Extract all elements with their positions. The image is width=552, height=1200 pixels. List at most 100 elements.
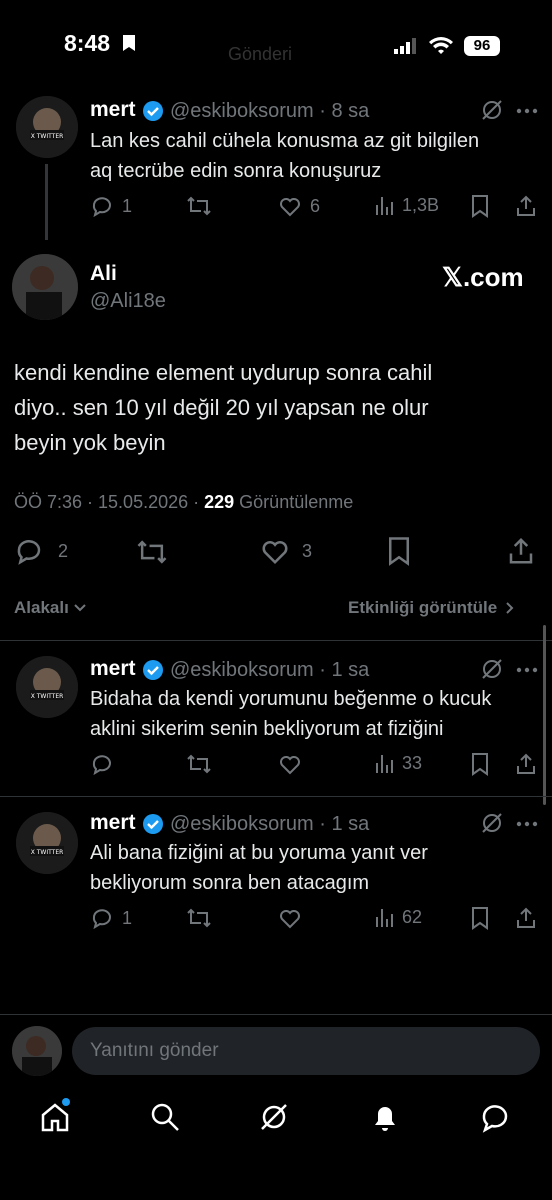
bookmark-button[interactable] xyxy=(470,752,490,776)
views-button[interactable]: 62 xyxy=(374,906,422,928)
retweet-icon xyxy=(187,908,211,928)
author-name[interactable]: Ali xyxy=(90,262,117,286)
chevron-right-icon xyxy=(506,602,514,614)
views-icon xyxy=(376,909,393,927)
views-icon xyxy=(376,755,393,773)
avatar[interactable] xyxy=(12,254,78,320)
retweet-button[interactable] xyxy=(136,537,168,567)
bookmark-icon xyxy=(389,537,409,566)
wifi-icon xyxy=(428,36,454,56)
grok-icon[interactable] xyxy=(480,657,504,681)
avatar[interactable]: X TWITTER xyxy=(16,96,78,158)
retweet-button[interactable] xyxy=(186,194,212,218)
share-button[interactable] xyxy=(506,536,536,566)
like-button[interactable]: 6 xyxy=(278,194,320,218)
reply-icon xyxy=(17,540,41,565)
grok-icon[interactable] xyxy=(480,811,504,835)
avatar[interactable] xyxy=(12,1026,62,1076)
reply-input[interactable]: Yanıtını gönder xyxy=(72,1027,540,1075)
more-icon[interactable] xyxy=(516,108,538,114)
grok-icon[interactable] xyxy=(258,1101,290,1133)
share-icon xyxy=(517,907,535,928)
sort-dropdown[interactable]: Alakalı xyxy=(14,598,87,618)
grok-icon[interactable] xyxy=(480,98,504,122)
reply-input-placeholder: Yanıtını gönder xyxy=(90,1040,219,1061)
views-button[interactable]: 1,3B xyxy=(374,194,439,216)
divider xyxy=(0,640,552,641)
heart-icon xyxy=(280,756,300,775)
retweet-button[interactable] xyxy=(186,752,212,776)
retweet-icon xyxy=(187,196,211,216)
retweet-icon xyxy=(137,540,167,564)
share-button[interactable] xyxy=(514,906,538,930)
tweet-meta: ÖÖ 7:36 · 15.05.2026 · 229 Görüntülenme xyxy=(14,492,354,512)
avatar[interactable]: X TWITTER xyxy=(16,812,78,874)
retweet-icon xyxy=(187,754,211,774)
views-count: 229 xyxy=(204,492,235,512)
bookmark-icon xyxy=(472,753,488,776)
share-button[interactable] xyxy=(514,752,538,776)
verified-badge-icon xyxy=(142,100,164,122)
verified-badge-icon xyxy=(142,659,164,681)
reply-button[interactable]: 2 xyxy=(14,536,68,566)
share-icon xyxy=(517,195,535,216)
like-button[interactable]: 3 xyxy=(260,536,312,566)
reply-button[interactable] xyxy=(90,752,114,776)
views-button[interactable]: 33 xyxy=(374,752,422,774)
reply-text: Bidaha da kendi yorumunu beğenme o kucuk… xyxy=(90,688,492,740)
share-icon xyxy=(509,537,533,564)
reply-text: Lan kes cahil cühela konusma az git bilg… xyxy=(90,130,480,182)
author-handle[interactable]: @Ali18e xyxy=(90,290,166,313)
like-button[interactable] xyxy=(278,752,302,776)
status-time: 8:48 xyxy=(64,30,111,56)
reply-icon xyxy=(92,197,111,218)
author-name[interactable]: mert xyxy=(90,657,136,681)
heart-icon xyxy=(262,541,288,565)
notifications-icon[interactable] xyxy=(369,1101,401,1133)
divider xyxy=(0,796,552,797)
reply-text: Ali bana fiziğini at bu yoruma yanıt ver… xyxy=(90,842,428,894)
xcom-watermark: 𝕏.com xyxy=(442,262,524,292)
share-button[interactable] xyxy=(514,194,538,218)
signal-icon xyxy=(394,38,418,54)
reply-button[interactable]: 1 xyxy=(90,194,132,218)
reply-icon xyxy=(92,909,111,930)
messages-icon[interactable] xyxy=(479,1101,511,1133)
reply-button[interactable]: 1 xyxy=(90,906,132,930)
thread-line xyxy=(45,164,48,240)
bookmark-button[interactable] xyxy=(470,194,490,218)
bookmark-icon xyxy=(472,195,488,218)
search-icon[interactable] xyxy=(149,1101,181,1133)
share-icon xyxy=(517,753,535,774)
author-handle[interactable]: @eskiboksorum · 1 sa xyxy=(170,813,369,836)
battery-indicator: 96 xyxy=(464,36,500,56)
author-handle[interactable]: @eskiboksorum · 1 sa xyxy=(170,659,369,682)
author-handle[interactable]: @eskiboksorum · 8 sa xyxy=(170,100,369,123)
faint-header-title: Gönderi xyxy=(228,44,293,64)
avatar[interactable]: X TWITTER xyxy=(16,656,78,718)
heart-icon xyxy=(280,198,300,217)
tweet-text: kendi kendine element uydurup sonra cahi… xyxy=(14,360,433,455)
bookmark-button[interactable] xyxy=(386,536,412,566)
bookmark-icon xyxy=(472,907,488,930)
verified-badge-icon xyxy=(142,813,164,835)
chevron-down-icon xyxy=(74,604,86,612)
svg-text:X TWITTER: X TWITTER xyxy=(31,693,64,700)
scrollbar[interactable] xyxy=(543,625,546,805)
author-name[interactable]: mert xyxy=(90,98,136,122)
retweet-button[interactable] xyxy=(186,906,212,930)
svg-text:X TWITTER: X TWITTER xyxy=(31,133,64,140)
views-icon xyxy=(376,197,393,215)
reply-icon xyxy=(92,755,111,776)
heart-icon xyxy=(280,910,300,929)
bookmark-status-icon xyxy=(122,34,136,52)
svg-text:X TWITTER: X TWITTER xyxy=(31,849,64,856)
more-icon[interactable] xyxy=(516,821,538,827)
notification-dot xyxy=(62,1098,70,1106)
view-activity-link[interactable]: Etkinliği görüntüle xyxy=(348,598,515,618)
like-button[interactable] xyxy=(278,906,302,930)
bookmark-button[interactable] xyxy=(470,906,490,930)
more-icon[interactable] xyxy=(516,667,538,673)
author-name[interactable]: mert xyxy=(90,811,136,835)
divider xyxy=(0,1014,552,1015)
